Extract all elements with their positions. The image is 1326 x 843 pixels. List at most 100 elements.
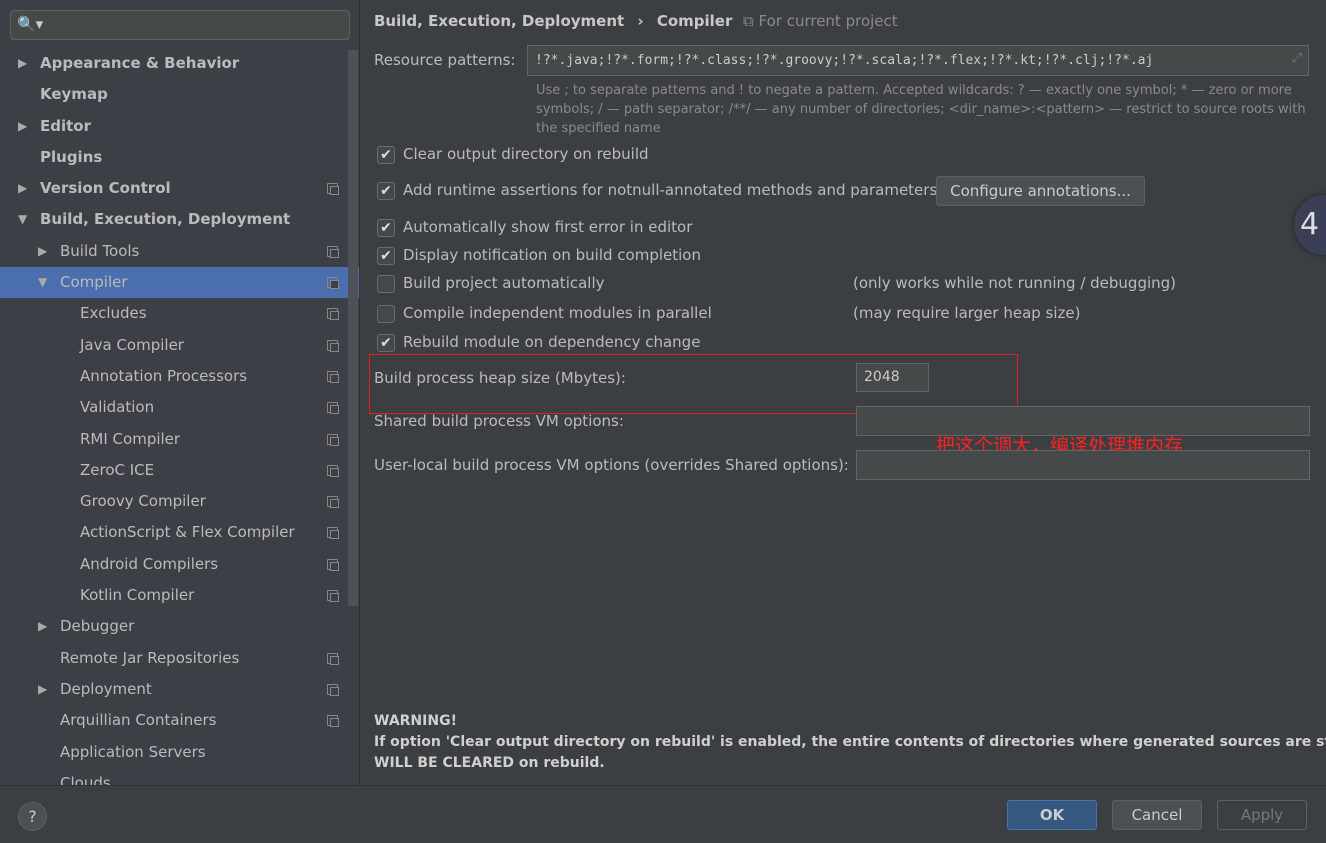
search-input[interactable]: 🔍▾ (10, 10, 350, 40)
breadcrumb-parent[interactable]: Build, Execution, Deployment (374, 12, 624, 30)
collapsed-arrow-icon[interactable]: ▶ (38, 236, 47, 267)
checkbox-label[interactable]: Display notification on build completion (403, 246, 701, 264)
sidebar-scrollbar[interactable] (348, 50, 358, 606)
tree-item[interactable]: ▶ Debugger (0, 611, 348, 642)
tree-item[interactable]: ▶ Version Control (0, 173, 348, 204)
checkbox-label[interactable]: Add runtime assertions for notnull-annot… (403, 181, 937, 199)
tree-item-label: Compiler (60, 273, 128, 292)
expanded-arrow-icon[interactable]: ▼ (18, 204, 27, 235)
checkbox[interactable]: ✔ (377, 146, 395, 164)
tree-item[interactable]: Plugins (0, 142, 348, 173)
checkbox[interactable]: ✔ (377, 334, 395, 352)
tree-item[interactable]: ▶ Build Tools (0, 236, 348, 267)
breadcrumb-separator: › (637, 12, 644, 30)
project-level-icon (327, 433, 339, 446)
tree-item[interactable]: Arquillian Containers (0, 705, 348, 736)
resource-patterns-value: !?*.java;!?*.form;!?*.class;!?*.groovy;!… (535, 53, 1154, 68)
tree-item[interactable]: ▶ Editor (0, 111, 348, 142)
checkbox[interactable]: ✔ (377, 247, 395, 265)
tree-item-label: Arquillian Containers (60, 711, 217, 730)
tree-item[interactable]: ▼ Build, Execution, Deployment (0, 204, 348, 235)
warning-title: WARNING! (374, 713, 457, 729)
tree-item[interactable]: Kotlin Compiler (0, 580, 348, 611)
checkbox[interactable] (377, 305, 395, 323)
tree-item-label: Annotation Processors (80, 366, 248, 385)
tree-item-label: ZeroC ICE (80, 460, 155, 479)
checkbox-label[interactable]: Automatically show first error in editor (403, 218, 692, 236)
tree-item[interactable]: Groovy Compiler (0, 486, 348, 517)
settings-sidebar: 🔍▾ ▶ Appearance & Behavior Keymap ▶ Editor Pl… (0, 0, 360, 785)
local-vm-options-label: User-local build process VM options (ove… (374, 456, 849, 474)
tree-item[interactable]: ▶ Deployment (0, 674, 348, 705)
floating-badge[interactable]: 4 (1294, 195, 1326, 255)
checkbox-label[interactable]: Clear output directory on rebuild (403, 145, 649, 163)
local-vm-options-input[interactable] (856, 450, 1310, 480)
checkbox[interactable] (377, 275, 395, 293)
tree-item-label: RMI Compiler (80, 429, 181, 448)
tree-item-label: Android Compilers (80, 554, 219, 573)
ok-button[interactable]: OK (1007, 800, 1097, 830)
tree-item-label: Keymap (40, 85, 108, 104)
project-level-icon (327, 339, 339, 352)
tree-item[interactable]: RMI Compiler (0, 424, 348, 455)
settings-tree: ▶ Appearance & Behavior Keymap ▶ Editor Plugi… (0, 48, 359, 785)
project-level-icon (327, 277, 339, 290)
project-level-icon (327, 496, 339, 509)
heap-size-label: Build process heap size (Mbytes): (374, 369, 626, 387)
tree-item-label: Kotlin Compiler (80, 586, 195, 605)
option-note: (only works while not running / debuggin… (853, 274, 1177, 292)
project-level-icon (327, 464, 339, 477)
checkbox-label[interactable]: Build project automatically (403, 274, 605, 292)
tree-item-label: Clouds (60, 773, 111, 785)
tree-item[interactable]: ▶ Appearance & Behavior (0, 48, 348, 79)
collapsed-arrow-icon[interactable]: ▶ (18, 48, 27, 79)
resource-patterns-hint: Use ; to separate patterns and ! to nega… (536, 83, 1306, 136)
tree-item-label: Excludes (80, 304, 147, 323)
tree-item[interactable]: ▼ Compiler (0, 267, 359, 299)
tree-item-label: Java Compiler (80, 335, 184, 354)
project-level-icon (327, 652, 339, 665)
checkbox-label[interactable]: Compile independent modules in parallel (403, 304, 712, 322)
tree-item[interactable]: ZeroC ICE (0, 455, 348, 486)
checkbox-label[interactable]: Rebuild module on dependency change (403, 333, 700, 351)
cancel-button[interactable]: Cancel (1112, 800, 1202, 830)
resource-patterns-input[interactable]: !?*.java;!?*.form;!?*.class;!?*.groovy;!… (527, 45, 1309, 76)
checkbox[interactable]: ✔ (377, 182, 395, 200)
tree-item[interactable]: Remote Jar Repositories (0, 643, 348, 674)
collapsed-arrow-icon[interactable]: ▶ (38, 611, 47, 642)
apply-button[interactable]: Apply (1217, 800, 1307, 830)
tree-item[interactable]: ActionScript & Flex Compiler (0, 517, 348, 548)
resource-patterns-label: Resource patterns: (374, 51, 516, 69)
tree-item[interactable]: Application Servers (0, 737, 348, 768)
tree-item[interactable]: Keymap (0, 79, 348, 110)
tree-item-label: Appearance & Behavior (40, 54, 240, 72)
configure-annotations-button[interactable]: Configure annotations... (936, 176, 1145, 206)
tree-item[interactable]: Android Compilers (0, 549, 348, 580)
breadcrumb: Build, Execution, Deployment › Compiler (374, 12, 732, 30)
collapsed-arrow-icon[interactable]: ▶ (18, 111, 27, 142)
expanded-arrow-icon[interactable]: ▼ (38, 267, 47, 298)
heap-size-input[interactable]: 2048 (856, 363, 929, 392)
tree-item-label: ActionScript & Flex Compiler (80, 523, 295, 542)
tree-item-label: Version Control (40, 179, 171, 198)
project-level-icon (327, 527, 339, 540)
project-level-icon (327, 402, 339, 415)
tree-item[interactable]: Annotation Processors (0, 361, 348, 392)
breadcrumb-current: Compiler (656, 12, 733, 30)
collapsed-arrow-icon[interactable]: ▶ (18, 173, 27, 204)
tree-item[interactable]: Excludes (0, 298, 348, 329)
tree-item[interactable]: Clouds (0, 768, 348, 785)
help-button[interactable]: ? (18, 802, 47, 831)
collapsed-arrow-icon[interactable]: ▶ (38, 674, 47, 705)
tree-item[interactable]: Validation (0, 392, 348, 423)
tree-item[interactable]: Java Compiler (0, 330, 348, 361)
expand-icon[interactable]: ⤢ (1292, 51, 1302, 66)
dialog-footer: ? OK Cancel Apply (0, 785, 1326, 843)
checkbox[interactable]: ✔ (377, 219, 395, 237)
project-scope: ⧉ For current project (743, 12, 898, 30)
project-level-icon (327, 183, 339, 196)
tree-item-label: Groovy Compiler (80, 492, 206, 511)
tree-item-label: Application Servers (60, 742, 206, 761)
shared-vm-options-label: Shared build process VM options: (374, 412, 624, 430)
tree-item-label: Remote Jar Repositories (60, 648, 240, 667)
